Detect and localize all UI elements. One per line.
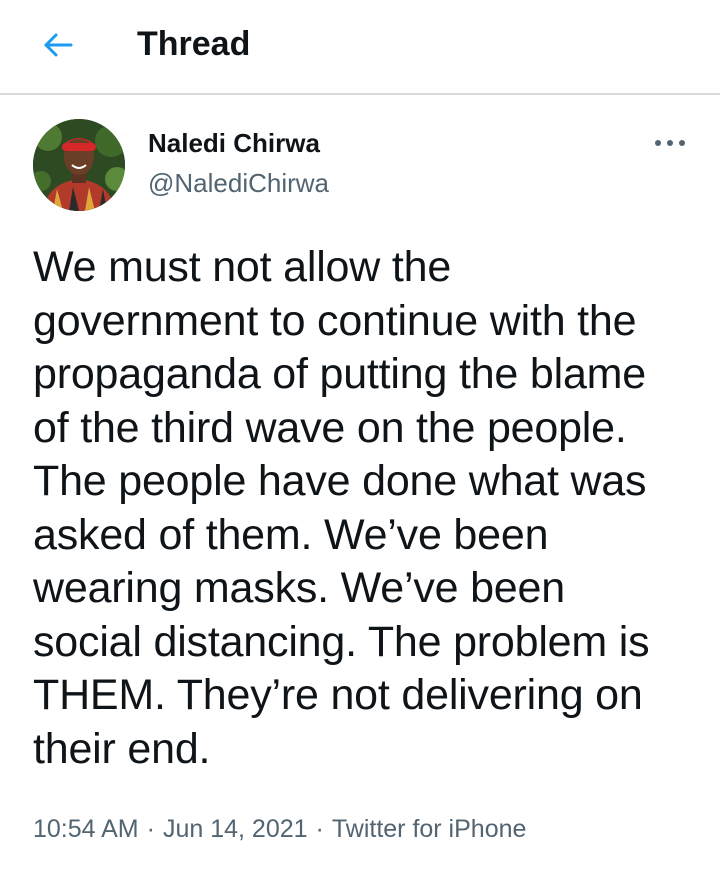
profile-photo bbox=[33, 119, 125, 211]
tweet-source[interactable]: Twitter for iPhone bbox=[332, 815, 527, 843]
page-title: Thread bbox=[137, 25, 251, 63]
tweet-date[interactable]: Jun 14, 2021 bbox=[163, 815, 308, 843]
top-bar: Thread bbox=[0, 0, 720, 95]
tweet-text-line: THEM. They’re not delivering on bbox=[33, 671, 643, 719]
tweet-text-line: government to continue with the bbox=[33, 296, 637, 345]
back-button[interactable] bbox=[34, 25, 82, 65]
tweet-text-line: wearing masks. We’ve been bbox=[33, 564, 565, 612]
tweet-text-line: social distancing. The problem is bbox=[33, 617, 650, 666]
tweet-text-line: We must not allow the bbox=[33, 243, 452, 291]
tweet-text-line: their end. bbox=[33, 724, 211, 773]
more-horizontal-icon bbox=[655, 140, 685, 146]
tweet-text-line: The people have done what was bbox=[33, 457, 647, 505]
meta-separator: · bbox=[146, 815, 155, 843]
tweet-text-line: propaganda of putting the blame bbox=[33, 350, 646, 398]
tweet-text-line: of the third wave on the people. bbox=[33, 403, 627, 452]
author-handle[interactable]: @NalediChirwa bbox=[148, 167, 329, 199]
meta-separator: · bbox=[315, 815, 324, 843]
avatar[interactable] bbox=[33, 119, 125, 211]
arrow-left-icon bbox=[44, 33, 73, 57]
tweet-text-line: asked of them. We’ve been bbox=[33, 510, 549, 559]
tweet-text: We must not allow the government to cont… bbox=[33, 241, 693, 776]
more-options-button[interactable] bbox=[650, 131, 690, 155]
tweet-metadata: 10:54 AM · Jun 14, 2021 · Twitter for iPhone bbox=[33, 813, 526, 845]
tweet-time[interactable]: 10:54 AM bbox=[33, 815, 139, 843]
author-name[interactable]: Naledi Chirwa bbox=[148, 127, 320, 159]
thread-screen: Thread Naledi Chirwa @NalediChirwa We mu… bbox=[0, 0, 720, 878]
